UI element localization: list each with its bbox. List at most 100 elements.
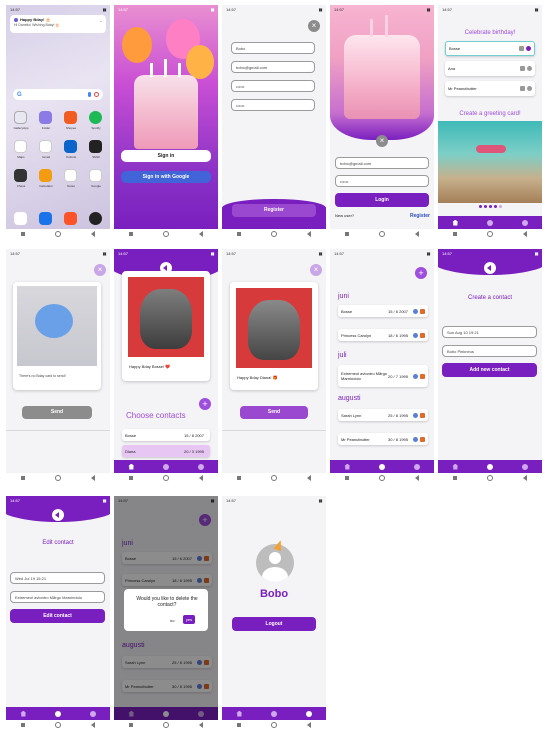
delete-icon[interactable]	[420, 412, 425, 418]
home-icon[interactable]	[271, 474, 277, 481]
home-tab-icon[interactable]	[452, 463, 459, 470]
close-icon[interactable]: ×	[310, 264, 322, 276]
back-icon[interactable]	[307, 230, 311, 237]
recents-icon[interactable]	[129, 231, 133, 236]
password-field[interactable]: ••••••	[231, 80, 315, 92]
home-icon[interactable]	[379, 230, 385, 237]
brush-icon[interactable]	[519, 46, 524, 51]
phone-app-icon[interactable]	[14, 212, 27, 225]
name-field[interactable]: Bobo Pinkneus	[442, 345, 537, 357]
recents-icon[interactable]	[237, 231, 241, 236]
recents-icon[interactable]	[21, 722, 25, 727]
back-icon[interactable]	[415, 474, 419, 481]
contact-card[interactable]: Ana	[445, 61, 535, 76]
chevron-down-icon[interactable]: ⌄	[99, 18, 103, 24]
profile-tab-icon[interactable]	[521, 463, 528, 470]
outlook-app-icon[interactable]	[64, 140, 77, 153]
shopee-app-icon[interactable]	[64, 111, 77, 124]
add-contact-icon[interactable]: +	[415, 267, 427, 279]
back-icon[interactable]	[523, 474, 527, 481]
profile-tab-icon[interactable]	[413, 463, 420, 470]
home-icon[interactable]	[163, 474, 169, 481]
add-icon[interactable]: +	[199, 398, 211, 410]
recents-icon[interactable]	[345, 231, 349, 236]
recents-icon[interactable]	[453, 475, 457, 480]
recents-icon[interactable]	[129, 475, 133, 480]
back-icon[interactable]	[307, 474, 311, 481]
home-tab-icon[interactable]	[128, 463, 135, 470]
maps-app-icon[interactable]	[14, 140, 27, 153]
home-tab-icon[interactable]	[20, 710, 27, 717]
back-icon[interactable]	[307, 721, 311, 728]
contact-row[interactable]: Bosse 15 / 8 2007	[122, 429, 210, 441]
dialog-yes-button[interactable]: yes	[183, 615, 195, 624]
edit-icon[interactable]	[413, 412, 418, 418]
confirm-password-field[interactable]: ••••••	[231, 99, 315, 111]
recents-icon[interactable]	[21, 231, 25, 236]
chess-app-icon[interactable]	[14, 169, 27, 182]
contacts-tab-icon[interactable]	[162, 463, 169, 470]
home-icon[interactable]	[55, 230, 61, 237]
home-icon[interactable]	[163, 721, 169, 728]
gallery-app-icon[interactable]	[14, 111, 27, 124]
home-icon[interactable]	[55, 721, 61, 728]
send-icon[interactable]	[527, 66, 532, 71]
logout-button[interactable]: Logout	[232, 617, 316, 631]
notification[interactable]: Happy Bday! 🎂 Hi Danello! Wishing Bday! …	[10, 15, 106, 33]
home-icon[interactable]	[271, 230, 277, 237]
email-field[interactable]: bobo@gmail.com	[231, 61, 315, 73]
smhi-app-icon[interactable]	[89, 140, 102, 153]
edit-icon[interactable]	[413, 308, 418, 314]
edit-icon[interactable]	[413, 436, 418, 442]
brush-icon[interactable]	[520, 66, 525, 71]
brush-icon[interactable]	[520, 86, 525, 91]
add-contact-button[interactable]: Add new contact	[442, 363, 537, 377]
register-button[interactable]: Register	[232, 204, 316, 217]
back-icon[interactable]	[91, 721, 95, 728]
delete-icon[interactable]	[420, 332, 425, 338]
back-icon[interactable]	[91, 230, 95, 237]
contact-card[interactable]: Mr Peanutbutter	[445, 81, 535, 96]
send-icon[interactable]	[527, 86, 532, 91]
delete-icon[interactable]	[420, 373, 425, 379]
delete-icon[interactable]	[420, 308, 425, 314]
send-icon[interactable]	[526, 46, 531, 51]
home-icon[interactable]	[379, 474, 385, 481]
folder-app-icon[interactable]	[39, 111, 52, 124]
contact-row-selected[interactable]: Diana 20 / 3 1995	[122, 445, 210, 457]
close-icon[interactable]: ×	[376, 135, 388, 147]
contacts-tab-icon[interactable]	[486, 219, 493, 226]
date-field[interactable]: Wed Jul 19 15:21	[10, 572, 105, 584]
google-app-icon[interactable]	[89, 169, 102, 182]
recents-icon[interactable]	[345, 475, 349, 480]
camera-app-icon[interactable]	[89, 212, 102, 225]
password-field[interactable]: ••••••	[335, 175, 429, 187]
carousel-dots[interactable]	[438, 205, 542, 208]
profile-tab-icon[interactable]	[305, 710, 312, 717]
home-tab-icon[interactable]	[344, 463, 351, 470]
close-icon[interactable]: ×	[94, 264, 106, 276]
home-icon[interactable]	[487, 474, 493, 481]
lens-icon[interactable]	[94, 92, 99, 97]
contacts-tab-icon[interactable]	[54, 710, 61, 717]
date-field[interactable]: Sun Aug 10 19:21	[442, 326, 537, 338]
contacts-tab-icon[interactable]	[378, 463, 385, 470]
notes-app-icon[interactable]	[64, 169, 77, 182]
home-tab-icon[interactable]	[236, 710, 243, 717]
profile-tab-icon[interactable]	[521, 219, 528, 226]
search-bar[interactable]: G	[13, 89, 103, 100]
contacts-tab-icon[interactable]	[270, 710, 277, 717]
recents-icon[interactable]	[237, 722, 241, 727]
calculator-app-icon[interactable]	[39, 169, 52, 182]
gmail-app-icon[interactable]	[39, 140, 52, 153]
send-button[interactable]: Send	[240, 406, 308, 419]
home-tab-icon[interactable]	[452, 219, 459, 226]
back-button[interactable]	[52, 509, 64, 521]
back-icon[interactable]	[199, 474, 203, 481]
contacts-tab-icon[interactable]	[486, 463, 493, 470]
edit-icon[interactable]	[413, 332, 418, 338]
edit-contact-button[interactable]: Edit contact	[10, 609, 105, 623]
brave-app-icon[interactable]	[64, 212, 77, 225]
home-icon[interactable]	[487, 230, 493, 237]
contact-row[interactable]: Princess Carolyn 18 / 6 1995	[338, 329, 428, 341]
